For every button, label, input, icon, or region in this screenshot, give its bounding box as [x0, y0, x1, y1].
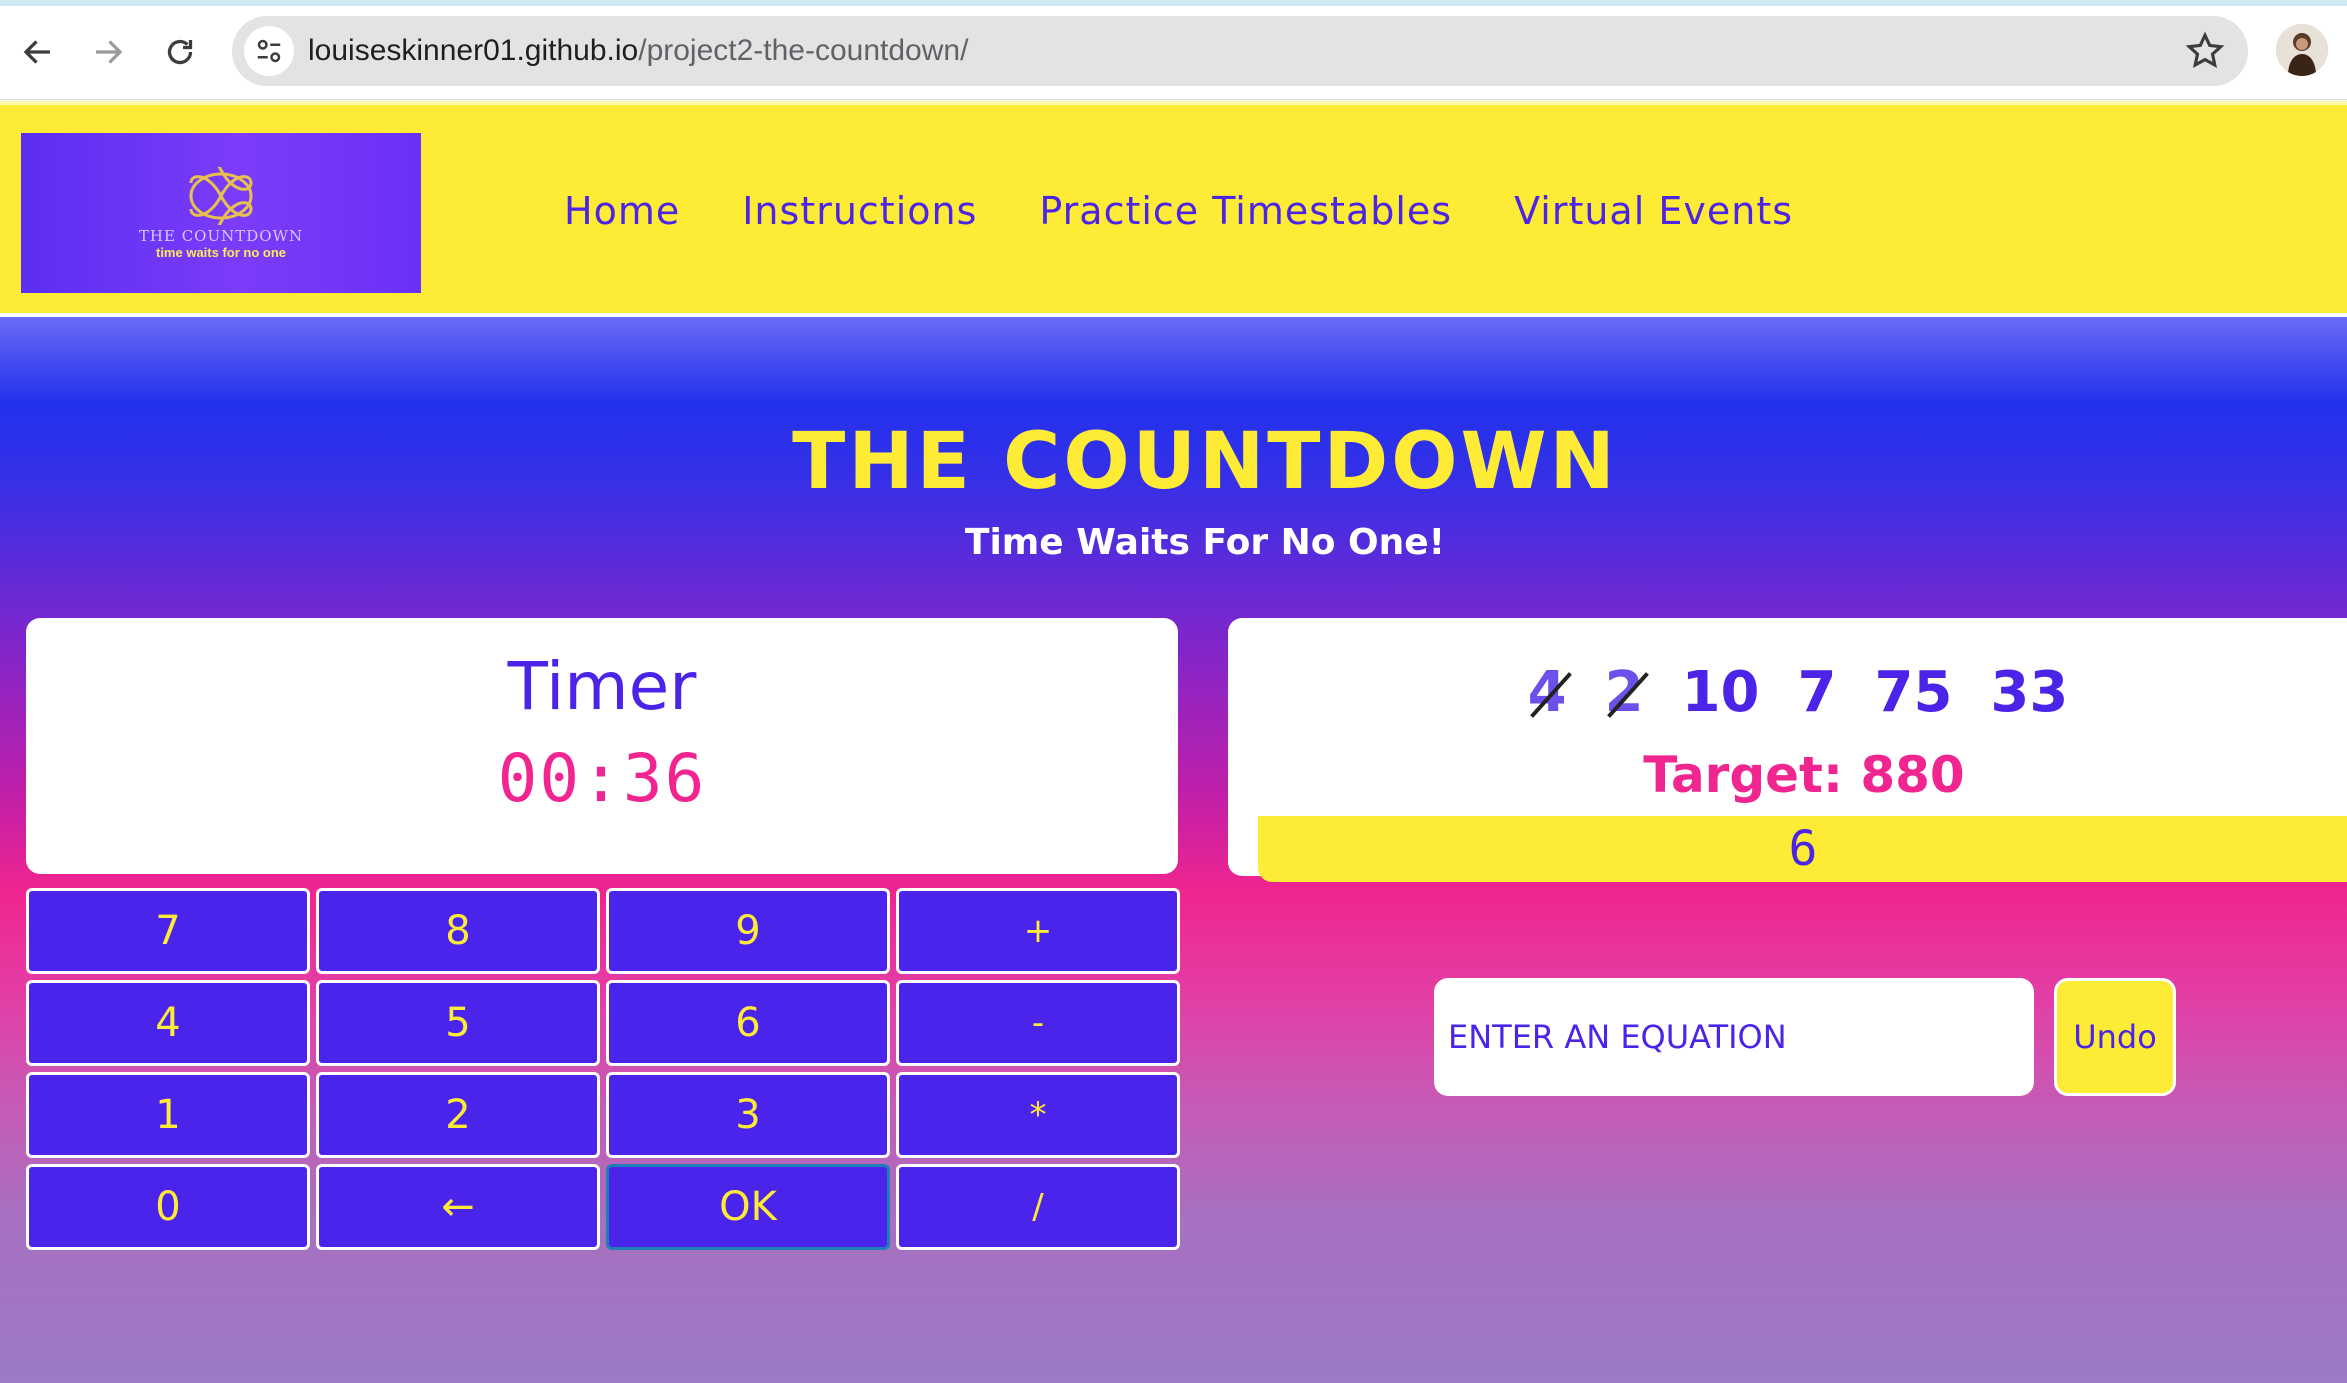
page-title: THE COUNTDOWN	[792, 417, 1618, 507]
key-1[interactable]: 1	[26, 1072, 310, 1158]
key-5[interactable]: 5	[316, 980, 600, 1066]
key-0[interactable]: 0	[26, 1164, 310, 1250]
key-2[interactable]: 2	[316, 1072, 600, 1158]
timer-value: 00:36	[497, 740, 707, 817]
tab-strip-edge	[0, 0, 2347, 6]
key-backspace[interactable]: ←	[316, 1164, 600, 1250]
logo-tagline: time waits for no one	[155, 244, 286, 260]
browser-toolbar: louiseskinner01.github.io/project2-the-c…	[0, 0, 2347, 100]
site-info-icon[interactable]	[244, 26, 294, 76]
logo-title: THE COUNTDOWN	[138, 226, 304, 245]
undo-button[interactable]: Undo	[2054, 978, 2176, 1096]
number-tile-2[interactable]: 10	[1682, 660, 1760, 725]
address-bar[interactable]: louiseskinner01.github.io/project2-the-c…	[232, 16, 2248, 86]
numbers-row: 4 2 10 7 75 33	[1228, 660, 2347, 725]
key-plus[interactable]: +	[896, 888, 1180, 974]
result-value: 6	[1788, 821, 1818, 877]
equation-input[interactable]	[1434, 978, 2034, 1096]
site-logo[interactable]: THE COUNTDOWN time waits for no one	[21, 133, 421, 293]
number-tile-1[interactable]: 2	[1605, 660, 1644, 725]
forward-arrow-icon[interactable]	[78, 22, 138, 82]
site-header: THE COUNTDOWN time waits for no one Home…	[0, 101, 2347, 317]
number-tile-5[interactable]: 33	[1990, 660, 2068, 725]
timer-card: Timer 00:36	[26, 618, 1178, 874]
key-9[interactable]: 9	[606, 888, 890, 974]
timer-label: Timer	[507, 648, 697, 725]
nav-link-instructions[interactable]: Instructions	[742, 189, 977, 233]
key-3[interactable]: 3	[606, 1072, 890, 1158]
key-divide[interactable]: /	[896, 1164, 1180, 1250]
url-path: /project2-the-countdown/	[638, 34, 969, 67]
key-7[interactable]: 7	[26, 888, 310, 974]
star-icon[interactable]	[2184, 30, 2226, 72]
number-tile-3[interactable]: 7	[1798, 660, 1837, 725]
target-text: Target: 880	[1643, 746, 1965, 804]
key-multiply[interactable]: *	[896, 1072, 1180, 1158]
game-area: THE COUNTDOWN Time Waits For No One! Tim…	[0, 317, 2347, 1383]
key-4[interactable]: 4	[26, 980, 310, 1066]
keypad: 7 8 9 + 4 5 6 - 1 2 3 * 0 ← OK /	[26, 888, 1180, 1250]
nav-link-practice-timestables[interactable]: Practice Timestables	[1039, 189, 1452, 233]
page-subtitle: Time Waits For No One!	[964, 522, 1446, 563]
key-8[interactable]: 8	[316, 888, 600, 974]
reload-icon[interactable]	[150, 22, 210, 82]
url-text: louiseskinner01.github.io/project2-the-c…	[308, 16, 968, 86]
infinity-knot-icon	[189, 166, 253, 225]
result-bar: 6	[1258, 816, 2347, 882]
key-minus[interactable]: -	[896, 980, 1180, 1066]
number-tile-4[interactable]: 75	[1874, 660, 1952, 725]
profile-avatar[interactable]	[2276, 24, 2328, 76]
url-domain: louiseskinner01.github.io	[308, 34, 639, 67]
number-tile-0[interactable]: 4	[1528, 660, 1567, 725]
nav-link-virtual-events[interactable]: Virtual Events	[1514, 189, 1793, 233]
key-ok[interactable]: OK	[606, 1164, 890, 1250]
back-arrow-icon[interactable]	[8, 22, 68, 82]
main-nav: Home Instructions Practice Timestables V…	[564, 189, 1793, 233]
page: THE COUNTDOWN time waits for no one Home…	[0, 101, 2347, 1383]
nav-link-home[interactable]: Home	[564, 189, 680, 233]
key-6[interactable]: 6	[606, 980, 890, 1066]
